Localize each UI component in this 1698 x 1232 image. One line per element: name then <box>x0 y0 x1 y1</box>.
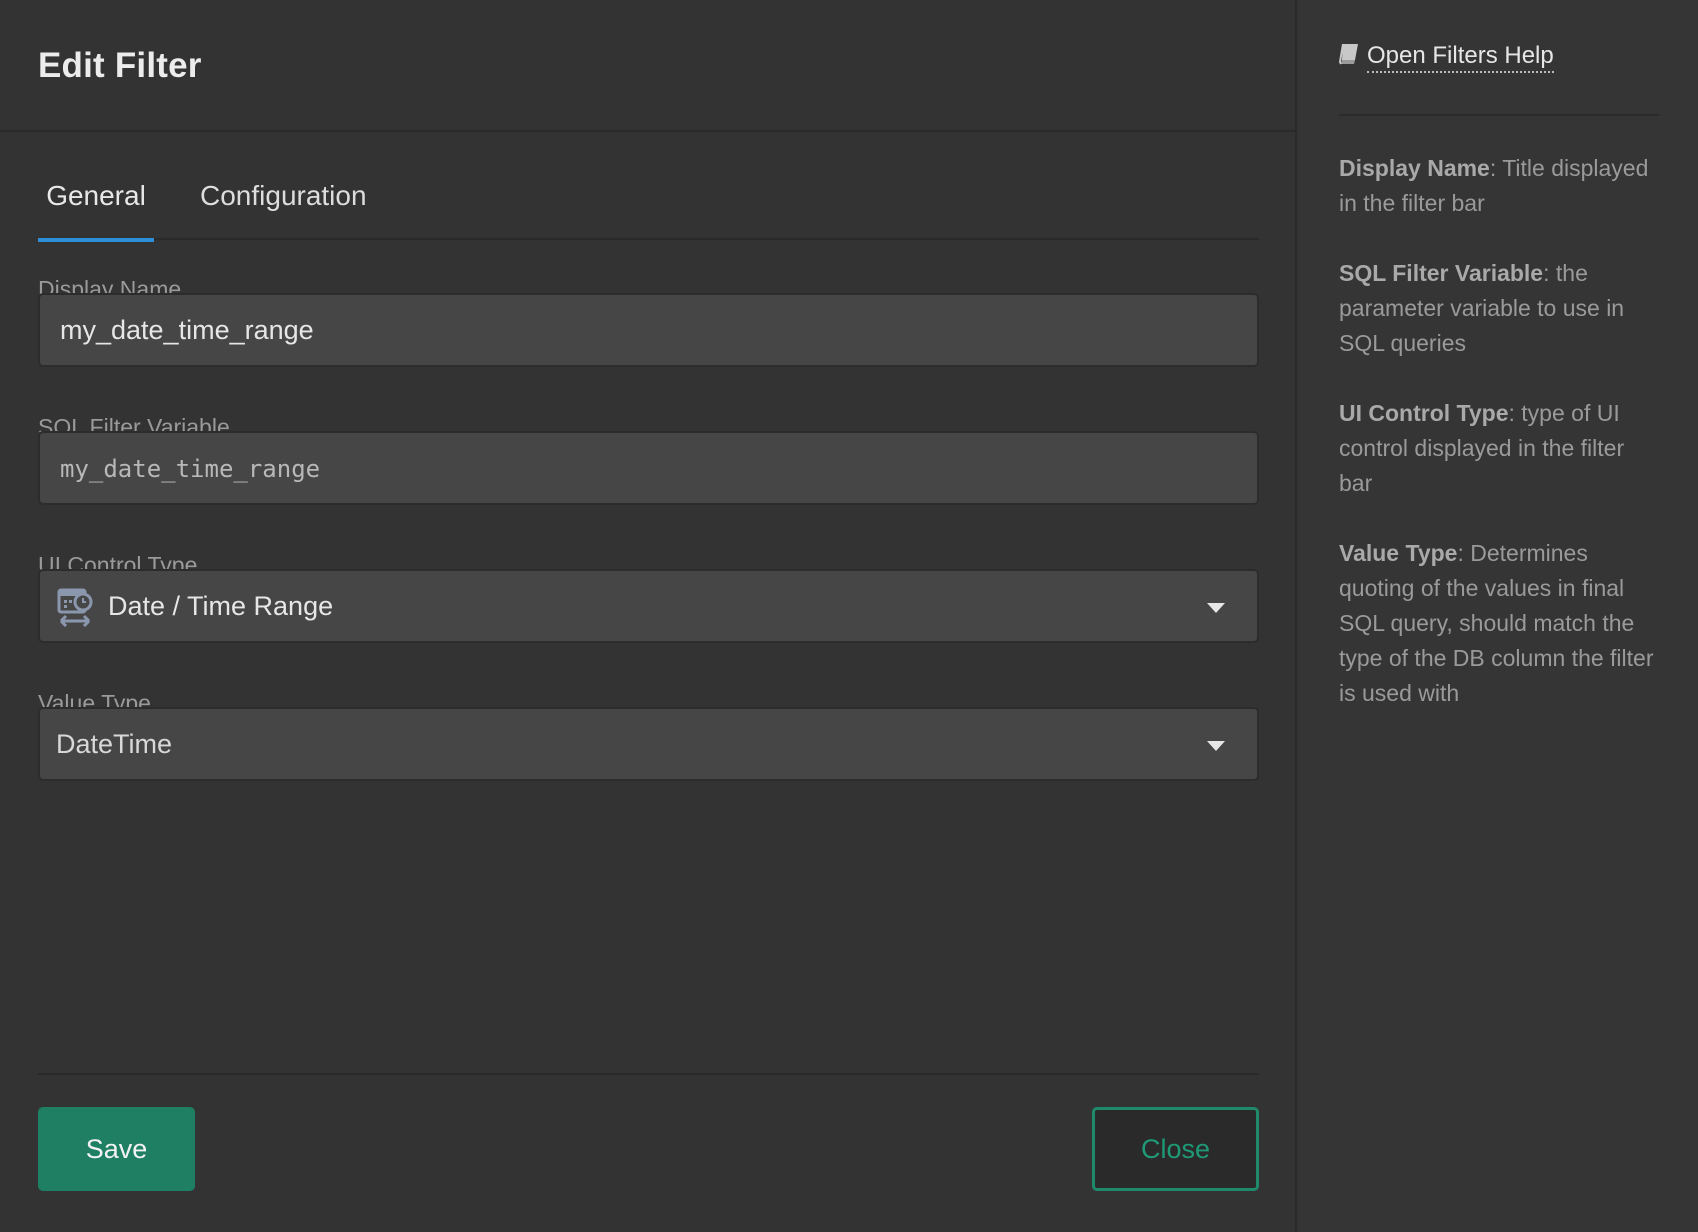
ui-control-type-select[interactable]: Date / Time Range <box>38 569 1259 643</box>
edit-filter-panel: Edit Filter General Configuration Displa… <box>0 0 1297 1232</box>
display-name-value: my_date_time_range <box>60 315 314 345</box>
tab-general[interactable]: General <box>38 168 154 242</box>
help-item-ui-control-type: UI Control Type: type of UI control disp… <box>1339 396 1659 501</box>
chevron-down-icon <box>1207 603 1225 613</box>
dialog-header: Edit Filter <box>0 0 1295 132</box>
close-button[interactable]: Close <box>1092 1107 1259 1191</box>
chevron-down-icon <box>1207 741 1225 751</box>
value-type-value: DateTime <box>56 729 173 759</box>
sql-variable-input[interactable]: my_date_time_range <box>38 431 1259 505</box>
sql-variable-value: my_date_time_range <box>60 455 321 483</box>
help-term: SQL Filter Variable <box>1339 260 1544 286</box>
save-button[interactable]: Save <box>38 1107 195 1191</box>
help-item-value-type: Value Type: Determines quoting of the va… <box>1339 536 1659 711</box>
value-type-select[interactable]: DateTime <box>38 707 1259 781</box>
dialog-title: Edit Filter <box>38 46 202 85</box>
tab-configuration[interactable]: Configuration <box>200 168 367 240</box>
footer-divider <box>38 1073 1259 1075</box>
help-term: Display Name <box>1339 155 1490 181</box>
sidebar-divider <box>1339 114 1659 116</box>
open-filters-help-link[interactable]: Open Filters Help <box>1339 42 1554 73</box>
book-icon <box>1339 43 1358 65</box>
help-item-sql-variable: SQL Filter Variable: the parameter varia… <box>1339 256 1659 361</box>
calendar-clock-range-icon <box>57 588 93 627</box>
help-item-display-name: Display Name: Title displayed in the fil… <box>1339 151 1659 221</box>
help-link-label: Open Filters Help <box>1367 42 1554 73</box>
tab-bar: General Configuration <box>38 168 1259 242</box>
help-sidebar: Open Filters Help Display Name: Title di… <box>1299 0 1698 1232</box>
ui-control-type-value: Date / Time Range <box>108 591 334 621</box>
help-term: UI Control Type <box>1339 400 1509 426</box>
display-name-input[interactable]: my_date_time_range <box>38 293 1259 367</box>
help-term: Value Type <box>1339 540 1458 566</box>
